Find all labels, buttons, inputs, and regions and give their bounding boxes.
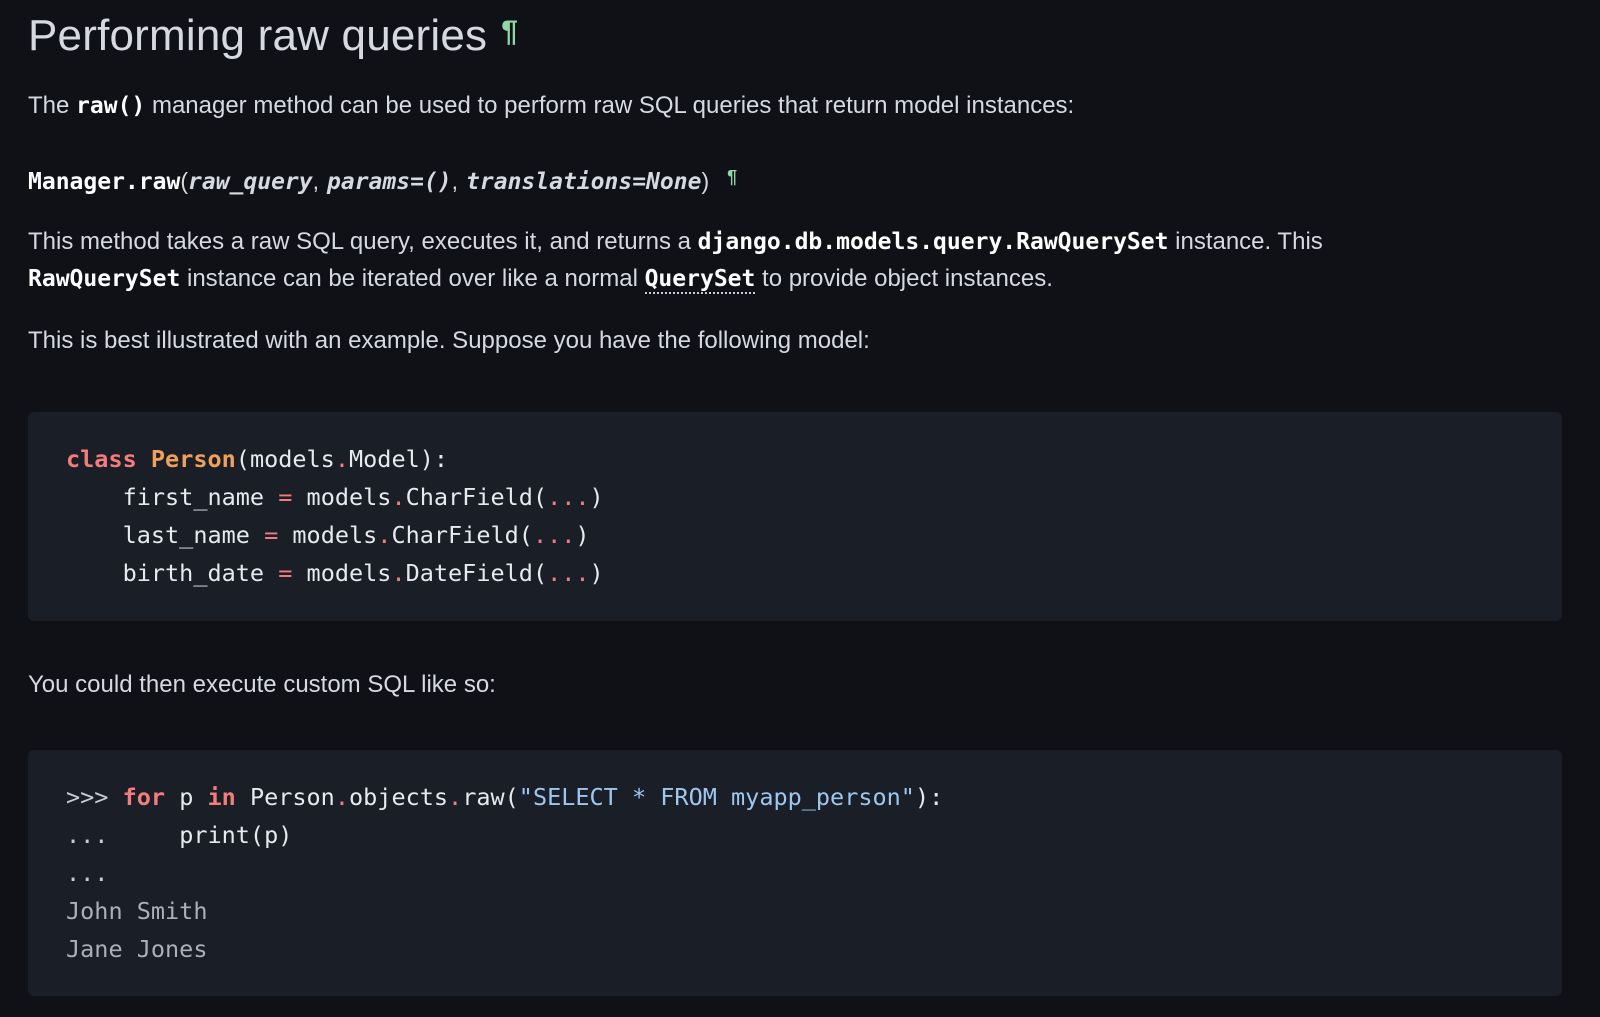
code-text: objects <box>349 783 449 811</box>
code-output-line: John Smith <box>66 897 208 925</box>
code-keyword: in <box>207 783 236 811</box>
signature-permalink[interactable]: ¶ <box>727 167 737 187</box>
description-line-2: RawQuerySet instance can be iterated ove… <box>28 260 1053 298</box>
rawqueryset-path-code: django.db.models.query.RawQuerySet <box>697 229 1169 255</box>
desc-text: to provide object instances. <box>755 265 1053 292</box>
description-line-1: This method takes a raw SQL query, execu… <box>28 223 1323 261</box>
code-output-line: Jane Jones <box>66 935 208 963</box>
custom-sql-intro: You could then execute custom SQL like s… <box>28 671 496 698</box>
raw-method-code: raw() <box>76 93 146 119</box>
code-class-name: Person <box>150 445 236 473</box>
sql-code-block: >>> for p in Person.objects.raw("SELECT … <box>28 750 1562 996</box>
code-text: ): <box>914 783 944 811</box>
heading-permalink[interactable]: ¶ <box>501 15 518 48</box>
code-dot: . <box>391 483 406 511</box>
code-field-type: CharField <box>405 483 533 511</box>
code-ellipsis: ... <box>532 521 576 549</box>
desc-text: This method takes a raw SQL query, execu… <box>28 228 698 255</box>
code-text: ) <box>589 559 604 587</box>
code-text: Model): <box>349 445 449 473</box>
signature-arg-raw-query: raw_query <box>188 169 313 195</box>
code-operator: = <box>264 521 279 549</box>
code-text: models <box>306 559 392 587</box>
code-field-name: first_name <box>122 483 265 511</box>
code-prompt: ... <box>66 821 109 849</box>
signature-arg-params: params=() <box>327 169 452 195</box>
signature-arg-translations: translations=None <box>466 169 702 195</box>
code-keyword: class <box>66 445 137 473</box>
code-text: print(p) <box>108 821 293 849</box>
rawqueryset-code: RawQuerySet <box>28 266 181 292</box>
section-heading-text: Performing raw queries <box>28 11 488 60</box>
code-field-name: birth_date <box>122 559 265 587</box>
signature-open-paren: ( <box>180 168 188 194</box>
example-intro: This is best illustrated with an example… <box>28 327 870 354</box>
code-text: ) <box>589 483 604 511</box>
queryset-link[interactable]: QuerySet <box>644 266 756 294</box>
code-prompt: >>> <box>66 783 123 811</box>
signature-close-paren: ) <box>701 168 710 194</box>
model-code-block: class Person(models.Model): first_name =… <box>28 412 1562 621</box>
code-text: models <box>292 521 378 549</box>
code-text: ( <box>532 483 548 511</box>
code-text: ) <box>575 521 590 549</box>
code-dot: . <box>334 445 349 473</box>
code-dot: . <box>391 559 406 587</box>
code-operator: = <box>278 483 293 511</box>
model-code: class Person(models.Model): first_name =… <box>66 440 1524 592</box>
code-field-type: DateField <box>405 559 533 587</box>
code-sql-string: "SELECT * FROM myapp_person" <box>518 783 915 811</box>
signature-comma: , <box>451 168 459 194</box>
desc-text: instance can be iterated over like a nor… <box>180 265 645 292</box>
section-heading: Performing raw queries ¶ <box>28 10 518 67</box>
code-text: (models <box>235 445 335 473</box>
signature-name: Manager.raw <box>28 169 181 195</box>
code-operator: = <box>278 559 293 587</box>
code-ellipsis: ... <box>547 483 590 511</box>
code-field-name: last_name <box>122 521 250 549</box>
code-text: ( <box>532 559 548 587</box>
method-signature: Manager.raw(raw_query, params=(), translat… <box>28 163 737 201</box>
desc-text: instance. This <box>1168 228 1323 255</box>
code-dot: . <box>334 783 349 811</box>
code-prompt: ... <box>66 859 109 887</box>
code-dot: . <box>377 521 392 549</box>
code-dot: . <box>448 783 463 811</box>
sql-code: >>> for p in Person.objects.raw("SELECT … <box>66 778 1524 968</box>
code-ellipsis: ... <box>547 559 590 587</box>
intro-paragraph: The raw() manager method can be used to … <box>28 87 1074 125</box>
code-keyword: for <box>122 783 166 811</box>
intro-text-before: The <box>28 92 77 119</box>
code-text: ( <box>518 521 533 549</box>
code-field-type: CharField <box>391 521 519 549</box>
code-text: raw( <box>462 783 519 811</box>
code-text: p <box>165 783 208 811</box>
code-text: Person <box>235 783 335 811</box>
code-text: models <box>306 483 392 511</box>
signature-comma: , <box>312 168 320 194</box>
intro-text-after: manager method can be used to perform ra… <box>145 92 1075 119</box>
